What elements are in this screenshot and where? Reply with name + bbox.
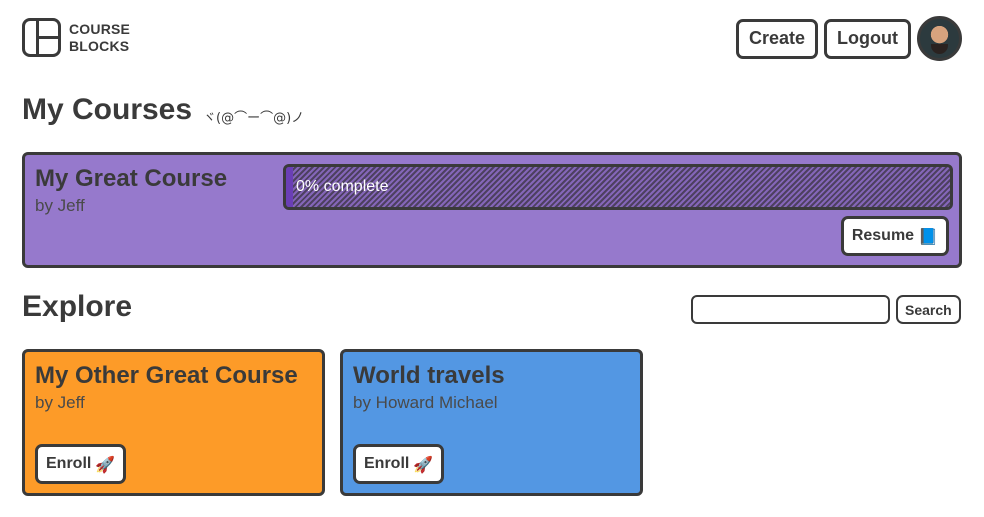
book-icon: 📘 <box>918 226 938 246</box>
enroll-button[interactable]: Enroll 🚀 <box>353 444 445 484</box>
avatar[interactable] <box>917 16 962 61</box>
course-title: My Other Great Course <box>35 362 298 389</box>
resume-label: Resume <box>851 227 915 244</box>
explore-course-card[interactable]: World travels by Howard Michael Enroll 🚀 <box>340 349 643 496</box>
progress-text: 0% complete <box>296 178 389 195</box>
rocket-icon: 🚀 <box>413 454 434 474</box>
rocket-icon: 🚀 <box>95 454 116 474</box>
course-blocks-logo-icon <box>22 18 61 57</box>
search-button[interactable]: Search <box>896 295 961 324</box>
my-course-card[interactable]: My Great Course by Jeff 0% complete Resu… <box>22 152 962 268</box>
course-title: World travels <box>353 362 505 389</box>
brand-logo[interactable]: COURSE BLOCKS <box>22 18 130 57</box>
explore-course-card[interactable]: My Other Great Course by Jeff Enroll 🚀 <box>22 349 325 496</box>
brand-line2: BLOCKS <box>69 37 130 54</box>
header-actions: Create Logout <box>735 16 962 61</box>
enroll-button[interactable]: Enroll 🚀 <box>35 444 127 484</box>
progress-fill <box>286 167 293 207</box>
create-button[interactable]: Create <box>735 18 819 59</box>
resume-button[interactable]: Resume 📘 <box>840 216 949 256</box>
course-author: by Howard Michael <box>353 393 498 412</box>
brand-name: COURSE BLOCKS <box>69 21 130 55</box>
enroll-label: Enroll <box>364 455 410 472</box>
explore-heading: Explore <box>22 290 133 323</box>
enroll-label: Enroll <box>46 455 92 472</box>
course-progress-bar: 0% complete <box>283 164 953 210</box>
brand-line1: COURSE <box>69 20 131 37</box>
logout-button[interactable]: Logout <box>824 18 911 59</box>
my-courses-heading: My Courses <box>22 93 193 126</box>
course-author: by Jeff <box>35 393 85 412</box>
kaomoji: ヾ(@⌒ー⌒@)ノ <box>203 111 305 126</box>
search-input[interactable] <box>691 295 890 324</box>
